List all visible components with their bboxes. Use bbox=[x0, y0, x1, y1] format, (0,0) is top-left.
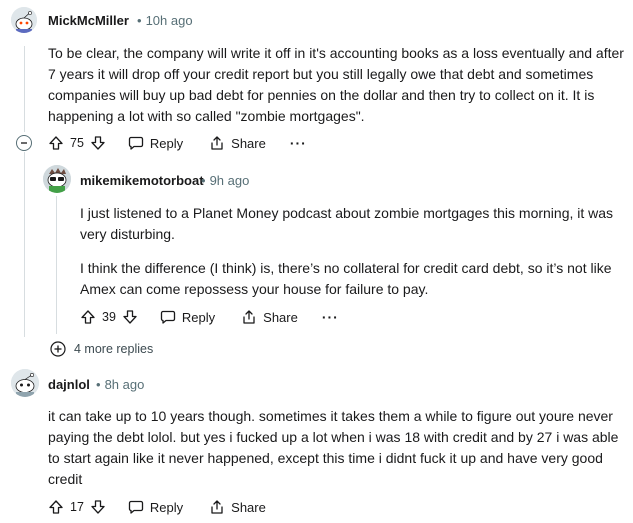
avatar[interactable] bbox=[11, 369, 39, 397]
arrow-down-icon[interactable] bbox=[90, 499, 106, 515]
timestamp-text: 8h ago bbox=[104, 377, 145, 392]
reply-button[interactable]: Reply bbox=[160, 309, 215, 325]
comment-line: I just listened to a Planet Money podcas… bbox=[80, 205, 614, 221]
speech-bubble-icon bbox=[128, 136, 144, 150]
share-label: Share bbox=[231, 135, 266, 151]
vote-count: 17 bbox=[70, 500, 84, 514]
reply-button[interactable]: Reply bbox=[128, 499, 183, 515]
comment-action-bar: 39 Reply Share ··· bbox=[80, 301, 339, 333]
arrow-up-icon[interactable] bbox=[48, 499, 64, 515]
avatar[interactable] bbox=[11, 7, 37, 33]
vote-count: 39 bbox=[102, 310, 116, 324]
timestamp-text: 9h ago bbox=[209, 173, 250, 188]
share-icon bbox=[243, 310, 255, 324]
comment-line: happening a lot with so called "zombie m… bbox=[48, 108, 365, 124]
vote-group: 39 bbox=[80, 309, 138, 325]
speech-bubble-icon bbox=[160, 310, 176, 324]
vote-group: 75 bbox=[48, 135, 106, 151]
vote-group: 17 bbox=[48, 499, 106, 515]
comment-line: companies will buy up bad debt for penni… bbox=[48, 87, 595, 103]
reply-label: Reply bbox=[149, 135, 184, 151]
share-label: Share bbox=[231, 499, 266, 515]
reply-label: Reply bbox=[181, 309, 216, 325]
comment-line: 7 years it will drop off your credit rep… bbox=[48, 66, 594, 82]
arrow-down-icon[interactable] bbox=[122, 309, 138, 325]
avatar[interactable] bbox=[43, 165, 71, 193]
comment-line: to start again like it never happened, e… bbox=[48, 450, 603, 466]
arrow-up-icon[interactable] bbox=[80, 309, 96, 325]
more-replies-label: 4 more replies bbox=[74, 342, 154, 356]
comment-timestamp: • 9h ago bbox=[201, 173, 250, 188]
share-icon bbox=[211, 500, 223, 514]
comment-author[interactable]: mikemikemotorboat bbox=[80, 173, 204, 188]
comment-timestamp: • 10h ago bbox=[137, 13, 193, 28]
arrow-up-icon[interactable] bbox=[48, 135, 64, 151]
minus-circle-icon bbox=[21, 142, 27, 144]
comment-line: Amex can come repossess your house for f… bbox=[80, 281, 429, 297]
comment-line: very disturbing. bbox=[80, 226, 175, 242]
comment-line: paying the debt lolol. but yes i fucked … bbox=[48, 429, 619, 445]
comment-line: it can take up to 10 years though. somet… bbox=[48, 408, 613, 424]
speech-bubble-icon bbox=[128, 500, 144, 514]
collapse-thread-button[interactable] bbox=[16, 135, 32, 151]
share-icon bbox=[211, 136, 223, 150]
thread-line-connector bbox=[24, 152, 25, 337]
more-options-button[interactable]: ··· bbox=[290, 135, 307, 151]
reply-button[interactable]: Reply bbox=[128, 135, 183, 151]
comment-author[interactable]: dajnlol bbox=[48, 377, 90, 392]
thread-line-main bbox=[24, 46, 25, 132]
share-button[interactable]: Share bbox=[209, 135, 266, 151]
more-replies-button[interactable]: 4 more replies bbox=[50, 341, 153, 357]
comment-timestamp: • 8h ago bbox=[96, 377, 145, 392]
comment-action-bar: 17 Reply Share bbox=[48, 491, 266, 523]
vote-count: 75 bbox=[70, 136, 84, 150]
share-button[interactable]: Share bbox=[209, 499, 266, 515]
more-options-button[interactable]: ··· bbox=[322, 309, 339, 325]
timestamp-text: 10h ago bbox=[145, 13, 193, 28]
plus-circle-icon bbox=[50, 341, 66, 357]
comment-action-bar: 75 Reply Share ··· bbox=[48, 127, 307, 159]
comment-line: credit bbox=[48, 471, 83, 487]
comment-author[interactable]: MickMcMiller bbox=[48, 13, 129, 28]
arrow-down-icon[interactable] bbox=[90, 135, 106, 151]
share-button[interactable]: Share bbox=[241, 309, 298, 325]
thread-line-reply bbox=[56, 196, 57, 334]
reply-label: Reply bbox=[149, 499, 184, 515]
comment-line: To be clear, the company will write it o… bbox=[48, 45, 624, 61]
comment-line: I think the difference (I think) is, the… bbox=[80, 260, 612, 276]
share-label: Share bbox=[263, 309, 298, 325]
